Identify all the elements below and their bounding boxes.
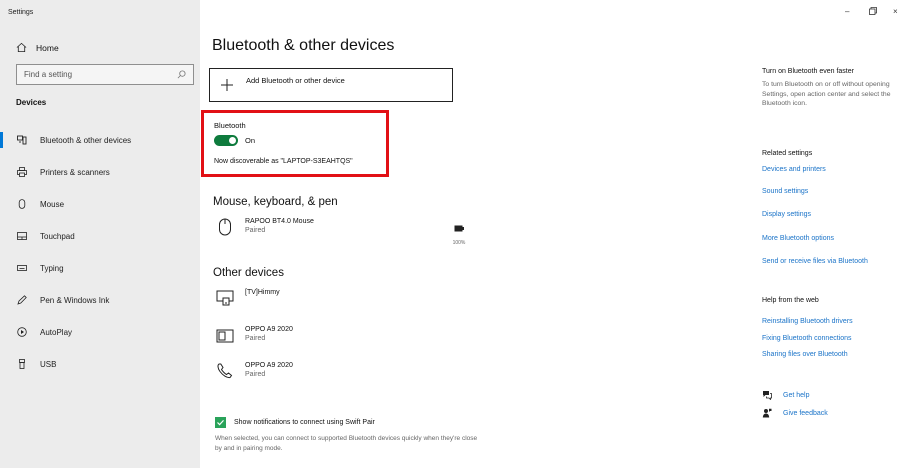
discoverable-text: Now discoverable as "LAPTOP-S3EAHTQS" bbox=[214, 158, 353, 165]
mouse-icon bbox=[17, 199, 27, 209]
device-oppo-a9-2[interactable]: OPPO A9 2020 Paired bbox=[216, 362, 293, 380]
add-device-button[interactable]: Add Bluetooth or other device bbox=[209, 68, 453, 102]
chat-help-icon bbox=[762, 390, 772, 400]
swift-pair-option[interactable]: Show notifications to connect using Swif… bbox=[215, 417, 375, 428]
link-devices-and-printers[interactable]: Devices and printers bbox=[762, 166, 826, 173]
tip-heading: Turn on Bluetooth even faster bbox=[762, 68, 854, 75]
phone-handset-icon bbox=[216, 362, 234, 380]
home-nav-item[interactable]: Home bbox=[16, 42, 59, 53]
get-help-link[interactable]: Get help bbox=[762, 390, 809, 400]
section-heading-devices: Devices bbox=[16, 98, 47, 107]
battery-indicator: 100% bbox=[452, 219, 466, 246]
link-reinstalling-drivers[interactable]: Reinstalling Bluetooth drivers bbox=[762, 318, 853, 325]
sidebar-item-mouse[interactable]: Mouse bbox=[0, 188, 200, 220]
search-box[interactable] bbox=[16, 64, 194, 85]
link-send-receive-files[interactable]: Send or receive files via Bluetooth bbox=[762, 258, 868, 265]
device-name: [TV]Himmy bbox=[245, 289, 280, 296]
home-label: Home bbox=[36, 42, 59, 53]
swift-pair-label: Show notifications to connect using Swif… bbox=[234, 419, 375, 426]
sidebar-item-autoplay[interactable]: AutoPlay bbox=[0, 316, 200, 348]
usb-icon bbox=[17, 359, 27, 369]
other-devices-heading: Other devices bbox=[213, 267, 284, 279]
sidebar-item-pen[interactable]: Pen & Windows Ink bbox=[0, 284, 200, 316]
related-settings-heading: Related settings bbox=[762, 150, 813, 157]
sidebar-item-bluetooth[interactable]: Bluetooth & other devices bbox=[0, 124, 200, 156]
close-button[interactable]: × bbox=[893, 7, 898, 16]
sidebar-item-label: Pen & Windows Ink bbox=[40, 295, 110, 305]
sidebar-item-label: Typing bbox=[40, 263, 64, 273]
battery-icon bbox=[454, 225, 464, 232]
search-input[interactable] bbox=[24, 70, 164, 79]
sidebar-nav: Bluetooth & other devices Printers & sca… bbox=[0, 124, 200, 380]
device-oppo-a9-1[interactable]: OPPO A9 2020 Paired bbox=[216, 326, 293, 344]
link-sharing-files[interactable]: Sharing files over Bluetooth bbox=[762, 351, 848, 358]
device-name: OPPO A9 2020 bbox=[245, 326, 293, 333]
keyboard-icon bbox=[17, 263, 27, 273]
bluetooth-devices-icon bbox=[17, 135, 27, 145]
sidebar-item-label: AutoPlay bbox=[40, 327, 73, 337]
link-fixing-connections[interactable]: Fixing Bluetooth connections bbox=[762, 335, 852, 342]
sidebar-item-label: Touchpad bbox=[40, 231, 75, 241]
sidebar-item-label: USB bbox=[40, 359, 57, 369]
device-name: RAPOO BT4.0 Mouse bbox=[245, 218, 314, 225]
swift-pair-checkbox[interactable] bbox=[215, 417, 226, 428]
device-status: Paired bbox=[245, 371, 266, 378]
app-title: Settings bbox=[8, 9, 34, 16]
battery-percent: 100% bbox=[452, 240, 466, 246]
autoplay-icon bbox=[17, 327, 27, 337]
mouse-keyboard-pen-heading: Mouse, keyboard, & pen bbox=[213, 196, 338, 208]
bluetooth-label: Bluetooth bbox=[214, 121, 246, 130]
add-device-label: Add Bluetooth or other device bbox=[246, 75, 345, 85]
search-icon bbox=[177, 70, 186, 79]
bluetooth-toggle-state: On bbox=[245, 136, 256, 145]
swift-pair-description: When selected, you can connect to suppor… bbox=[215, 435, 478, 452]
sidebar-item-label: Printers & scanners bbox=[40, 167, 110, 177]
sidebar-item-usb[interactable]: USB bbox=[0, 348, 200, 380]
device-rapoo-mouse[interactable]: RAPOO BT4.0 Mouse Paired bbox=[216, 218, 314, 236]
restore-button[interactable] bbox=[869, 7, 877, 17]
feedback-person-icon bbox=[762, 408, 772, 418]
sidebar-item-label: Bluetooth & other devices bbox=[40, 135, 132, 145]
give-feedback-link[interactable]: Give feedback bbox=[762, 408, 828, 418]
device-status: Paired bbox=[245, 335, 266, 342]
pen-icon bbox=[17, 295, 27, 305]
device-tv-himmy[interactable]: [TV]Himmy bbox=[216, 289, 280, 307]
sidebar-item-printers[interactable]: Printers & scanners bbox=[0, 156, 200, 188]
touchpad-icon bbox=[17, 231, 27, 241]
get-help-label: Get help bbox=[783, 391, 810, 399]
page-title: Bluetooth & other devices bbox=[212, 37, 395, 54]
checkmark-icon bbox=[217, 419, 224, 426]
device-name: OPPO A9 2020 bbox=[245, 362, 293, 369]
phone-icon bbox=[216, 326, 234, 344]
sidebar-item-touchpad[interactable]: Touchpad bbox=[0, 220, 200, 252]
sidebar-item-typing[interactable]: Typing bbox=[0, 252, 200, 284]
give-feedback-label: Give feedback bbox=[783, 409, 828, 417]
home-icon bbox=[16, 42, 27, 53]
printer-icon bbox=[17, 167, 27, 177]
restore-icon bbox=[869, 7, 877, 15]
device-status: Paired bbox=[245, 227, 266, 234]
minimize-button[interactable]: – bbox=[845, 7, 849, 16]
plus-icon bbox=[221, 79, 233, 91]
sidebar: Settings Home Devices Bluetooth & other … bbox=[0, 0, 200, 468]
link-display-settings[interactable]: Display settings bbox=[762, 211, 811, 218]
mouse-icon bbox=[216, 218, 234, 236]
bluetooth-toggle[interactable] bbox=[214, 135, 238, 146]
tv-icon bbox=[216, 289, 234, 307]
tip-text: To turn Bluetooth on or off without open… bbox=[762, 81, 891, 107]
link-sound-settings[interactable]: Sound settings bbox=[762, 188, 808, 195]
link-more-bluetooth-options[interactable]: More Bluetooth options bbox=[762, 235, 834, 242]
sidebar-item-label: Mouse bbox=[40, 199, 65, 209]
help-from-web-heading: Help from the web bbox=[762, 297, 819, 304]
